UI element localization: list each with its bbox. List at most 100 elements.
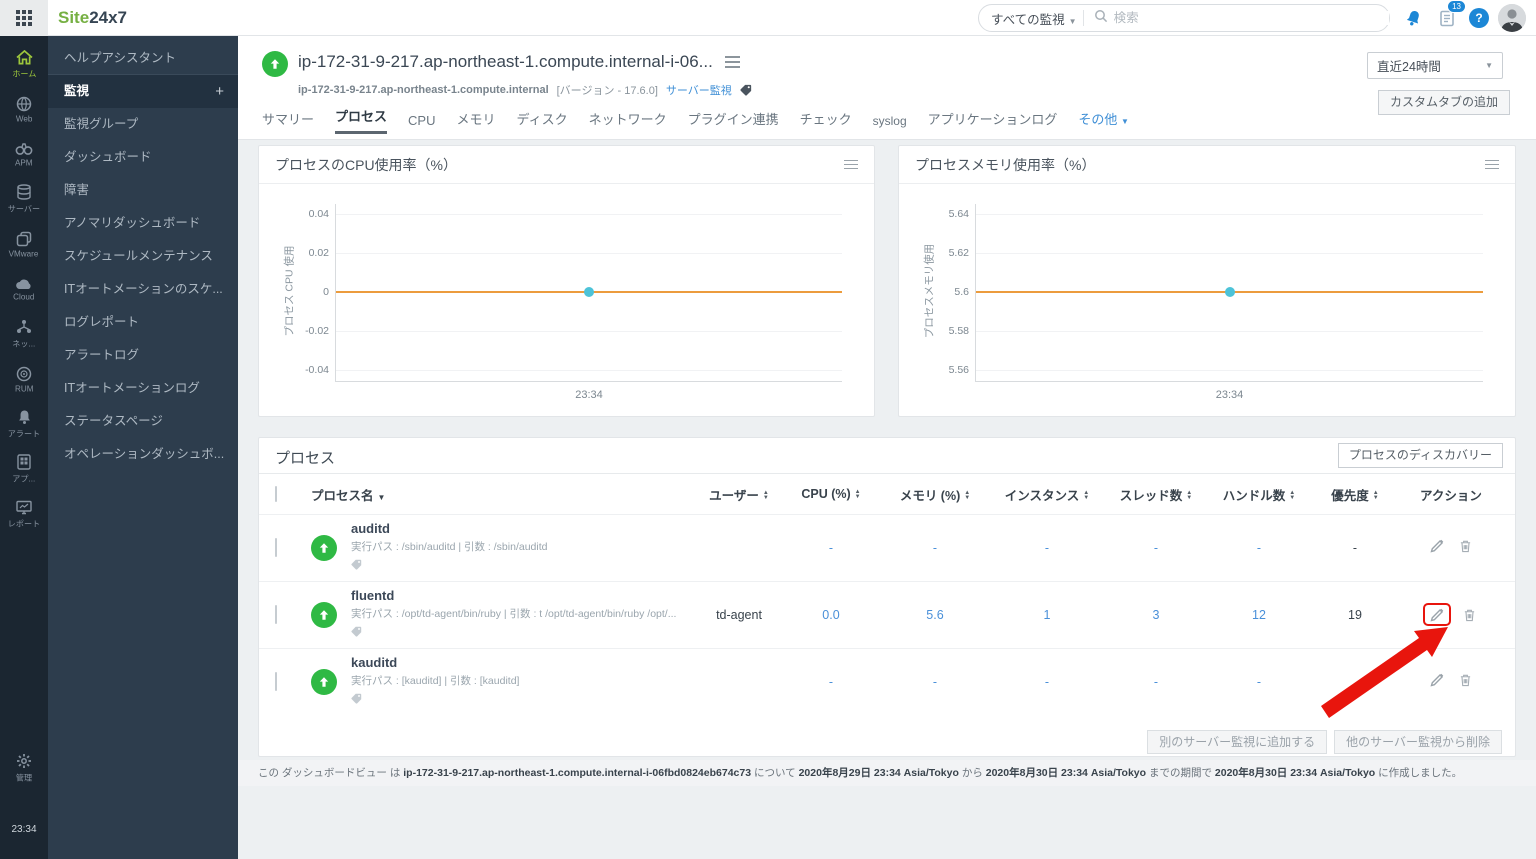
sidebar-item-rum[interactable]: RUM bbox=[0, 357, 48, 402]
sidebar-item-alert[interactable]: アラート bbox=[0, 402, 48, 447]
tab-summary[interactable]: サマリー bbox=[262, 109, 314, 134]
menu-item-it-automation-schedule[interactable]: ITオートメーションのスケ... bbox=[48, 273, 238, 306]
menu-item-operations-dashboard[interactable]: オペレーションダッシュボ... bbox=[48, 438, 238, 471]
tab-memory[interactable]: メモリ bbox=[456, 109, 495, 134]
data-point[interactable] bbox=[584, 287, 594, 297]
column-handles[interactable]: ハンドル数 ▲ ▼ bbox=[1209, 485, 1309, 504]
data-point[interactable] bbox=[1224, 287, 1235, 297]
tab-disk[interactable]: ディスク bbox=[517, 109, 568, 134]
cell-handles[interactable]: 12 bbox=[1209, 608, 1309, 622]
cell-memory[interactable]: - bbox=[879, 541, 991, 555]
cell-handles[interactable]: - bbox=[1209, 675, 1309, 689]
row-checkbox[interactable] bbox=[275, 605, 277, 624]
row-checkbox[interactable] bbox=[275, 672, 277, 691]
cell-threads[interactable]: 3 bbox=[1103, 608, 1209, 622]
time-range-dropdown[interactable]: 直近24時間 ▼ bbox=[1367, 52, 1503, 79]
menu-item-it-automation-log[interactable]: ITオートメーションログ bbox=[48, 372, 238, 405]
delete-process-button[interactable] bbox=[1459, 673, 1472, 687]
cell-threads[interactable]: - bbox=[1103, 675, 1209, 689]
tab-syslog[interactable]: syslog bbox=[873, 114, 907, 134]
sidebar-item-vmware[interactable]: VMware bbox=[0, 222, 48, 267]
add-to-other-server-button[interactable]: 別のサーバー監視に追加する bbox=[1147, 730, 1328, 754]
column-user[interactable]: ユーザー ▲ ▼ bbox=[695, 485, 783, 504]
sidebar-item-network[interactable]: ネッ... bbox=[0, 312, 48, 357]
menu-item-help-assistant[interactable]: ヘルプアシスタント bbox=[48, 42, 238, 75]
search-input[interactable] bbox=[1113, 11, 1389, 25]
chart-menu-icon[interactable] bbox=[1485, 159, 1499, 170]
menu-item-outages[interactable]: 障害 bbox=[48, 174, 238, 207]
monitor-menu-icon[interactable] bbox=[724, 56, 740, 68]
column-memory[interactable]: メモリ (%) ▲ ▼ bbox=[879, 485, 991, 504]
sidebar-item-server[interactable]: サーバー bbox=[0, 177, 48, 222]
sidebar-item-apm[interactable]: APM bbox=[0, 132, 48, 177]
edit-highlight-box bbox=[1422, 603, 1451, 626]
app-grid-button[interactable] bbox=[0, 0, 48, 36]
process-name[interactable]: auditd bbox=[351, 521, 547, 536]
chart-menu-icon[interactable] bbox=[844, 159, 858, 170]
cpu-chart-plot[interactable]: 0.04 0.02 0 -0.02 -0.04 23:34 bbox=[305, 204, 842, 401]
edit-process-button[interactable] bbox=[1430, 539, 1444, 553]
sidebar-item-admin[interactable]: 管理 bbox=[0, 746, 48, 791]
tag-icon[interactable] bbox=[351, 626, 362, 637]
add-custom-tab-button[interactable]: カスタムタブの追加 bbox=[1377, 90, 1510, 115]
site24x7-logo[interactable]: Site24x7 bbox=[58, 8, 127, 28]
process-discovery-button[interactable]: プロセスのディスカバリー bbox=[1337, 443, 1503, 468]
cell-cpu[interactable]: - bbox=[783, 675, 879, 689]
cell-cpu[interactable]: - bbox=[783, 541, 879, 555]
column-threads[interactable]: スレッド数 ▲ ▼ bbox=[1103, 485, 1209, 504]
tab-more[interactable]: その他 ▼ bbox=[1078, 109, 1129, 134]
tab-process[interactable]: プロセス bbox=[335, 106, 388, 134]
delete-process-button[interactable] bbox=[1459, 539, 1472, 553]
tab-network[interactable]: ネットワーク bbox=[589, 109, 667, 134]
tag-icon[interactable] bbox=[740, 84, 752, 96]
tag-icon[interactable] bbox=[351, 693, 362, 704]
column-priority[interactable]: 優先度 ▲ ▼ bbox=[1309, 485, 1401, 504]
cell-threads[interactable]: - bbox=[1103, 541, 1209, 555]
menu-item-monitor-groups[interactable]: 監視グループ bbox=[48, 108, 238, 141]
delete-process-button[interactable] bbox=[1463, 608, 1476, 622]
help-button[interactable]: ? bbox=[1466, 5, 1492, 31]
process-name[interactable]: kauditd bbox=[351, 655, 519, 670]
cell-instances[interactable]: 1 bbox=[991, 608, 1103, 622]
search-scope-dropdown[interactable]: すべての監視 ▼ bbox=[979, 9, 1083, 28]
menu-item-monitors[interactable]: 監視 + bbox=[48, 75, 238, 108]
menu-item-status-page[interactable]: ステータスページ bbox=[48, 405, 238, 438]
tag-icon[interactable] bbox=[351, 559, 362, 570]
sidebar-item-home[interactable]: ホーム bbox=[0, 42, 48, 87]
menu-item-anomaly-dashboard[interactable]: アノマリダッシュボード bbox=[48, 207, 238, 240]
cell-memory[interactable]: 5.6 bbox=[879, 608, 991, 622]
edit-process-button[interactable] bbox=[1430, 673, 1444, 687]
user-avatar[interactable] bbox=[1498, 4, 1526, 32]
select-all-checkbox[interactable] bbox=[275, 486, 277, 502]
cell-instances[interactable]: - bbox=[991, 675, 1103, 689]
global-search: すべての監視 ▼ bbox=[978, 4, 1390, 32]
memory-chart-plot[interactable]: 5.64 5.62 5.6 5.58 5.56 23:34 bbox=[949, 204, 1483, 401]
announcements-button[interactable]: 13 bbox=[1434, 0, 1466, 31]
sidebar-item-cloud[interactable]: Cloud bbox=[0, 267, 48, 312]
cell-cpu[interactable]: 0.0 bbox=[783, 608, 879, 622]
process-name[interactable]: fluentd bbox=[351, 588, 676, 603]
monitor-type-link[interactable]: サーバー監視 bbox=[666, 82, 732, 98]
column-cpu[interactable]: CPU (%) ▲ ▼ bbox=[783, 487, 879, 501]
tab-cpu[interactable]: CPU bbox=[408, 113, 435, 134]
tab-check[interactable]: チェック bbox=[800, 109, 852, 134]
menu-item-schedule-maintenance[interactable]: スケジュールメンテナンス bbox=[48, 240, 238, 273]
tab-plugin[interactable]: プラグイン連携 bbox=[688, 109, 779, 134]
add-monitor-button[interactable]: + bbox=[215, 75, 224, 108]
edit-process-button[interactable] bbox=[1430, 608, 1444, 622]
column-process-name[interactable]: プロセス名 ▼ bbox=[311, 485, 695, 504]
cell-handles[interactable]: - bbox=[1209, 541, 1309, 555]
tab-app-log[interactable]: アプリケーションログ bbox=[928, 109, 1058, 134]
alerts-bell-button[interactable] bbox=[1400, 5, 1426, 31]
menu-item-dashboards[interactable]: ダッシュボード bbox=[48, 141, 238, 174]
sidebar-item-report[interactable]: レポート bbox=[0, 492, 48, 537]
sidebar-item-web[interactable]: Web bbox=[0, 87, 48, 132]
sidebar-item-app[interactable]: アプ... bbox=[0, 447, 48, 492]
menu-item-log-report[interactable]: ログレポート bbox=[48, 306, 238, 339]
menu-item-alert-log[interactable]: アラートログ bbox=[48, 339, 238, 372]
remove-from-other-server-button[interactable]: 他のサーバー監視から削除 bbox=[1334, 730, 1502, 754]
cell-memory[interactable]: - bbox=[879, 675, 991, 689]
column-instances[interactable]: インスタンス ▲ ▼ bbox=[991, 485, 1103, 504]
cell-instances[interactable]: - bbox=[991, 541, 1103, 555]
row-checkbox[interactable] bbox=[275, 538, 277, 557]
